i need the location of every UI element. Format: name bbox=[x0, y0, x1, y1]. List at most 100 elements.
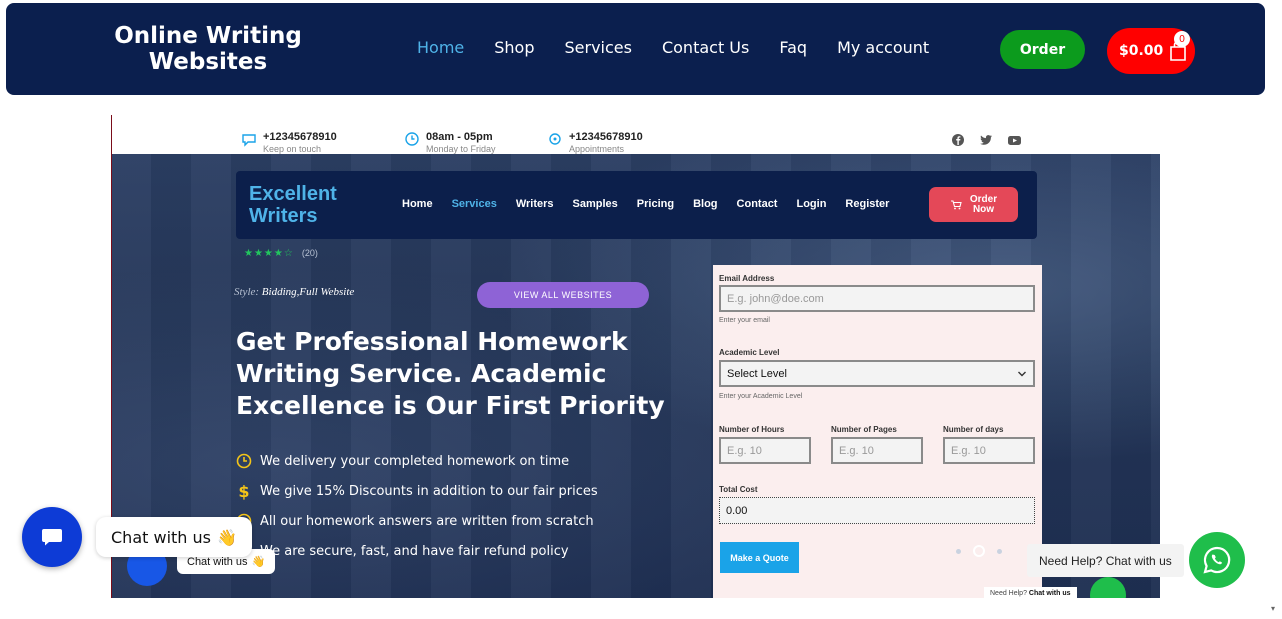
website-preview: +12345678910 Keep on touch 08am - 05pm Mon… bbox=[111, 115, 1160, 598]
brand-line-2: Websites bbox=[148, 49, 268, 75]
nav-home[interactable]: Home bbox=[417, 38, 464, 58]
days-label: Number of days bbox=[943, 425, 1004, 434]
cart-count-badge: 0 bbox=[1174, 31, 1190, 47]
whatsapp-help-label[interactable]: Need Help? Chat with us bbox=[1027, 544, 1184, 577]
preview-appointments-value: +12345678910 bbox=[569, 131, 643, 143]
preview-style-value: Bidding,Full Website bbox=[261, 286, 355, 298]
waving-hand-icon: 👋 bbox=[216, 527, 237, 547]
preview-brand-line-2: Writers bbox=[249, 205, 318, 227]
nav-services[interactable]: Services bbox=[565, 38, 632, 58]
nav-contact-us[interactable]: Contact Us bbox=[662, 38, 749, 58]
pages-label: Number of Pages bbox=[831, 425, 897, 434]
clock-icon bbox=[405, 132, 419, 146]
feature-text: We give 15% Discounts in addition to our… bbox=[260, 483, 598, 499]
preview-nav-blog[interactable]: Blog bbox=[693, 198, 717, 210]
nav-my-account[interactable]: My account bbox=[837, 38, 929, 58]
academic-level-value: Select Level bbox=[727, 367, 787, 380]
feature-text: We are secure, fast, and have fair refun… bbox=[260, 543, 569, 559]
feature-text: All our homework answers are written fro… bbox=[260, 513, 594, 529]
preview-chat-text: Chat with us bbox=[187, 555, 248, 568]
preview-nav-register[interactable]: Register bbox=[845, 198, 889, 210]
preview-appointments: +12345678910 Appointments bbox=[547, 131, 643, 155]
preview-social-links bbox=[951, 133, 1022, 147]
nav-shop[interactable]: Shop bbox=[494, 38, 534, 58]
star-rating-icon: ★★★★☆ bbox=[244, 248, 294, 259]
email-hint: Enter your email bbox=[719, 317, 770, 324]
total-cost-field[interactable]: 0.00 bbox=[719, 497, 1035, 524]
preview-nav-contact[interactable]: Contact bbox=[737, 198, 778, 210]
chat-bubble-icon bbox=[242, 134, 256, 147]
target-icon bbox=[549, 133, 561, 145]
slider-dot[interactable] bbox=[956, 548, 961, 554]
list-item: We are secure, fast, and have fair refun… bbox=[236, 536, 598, 566]
waving-hand-icon: 👋 bbox=[251, 556, 266, 568]
list-item: All our homework answers are written fro… bbox=[236, 506, 598, 536]
preview-style-text: Style: Bidding,Full Website bbox=[234, 286, 354, 298]
preview-nav-home[interactable]: Home bbox=[402, 198, 433, 210]
scroll-down-arrow-icon[interactable]: ▾ bbox=[1271, 604, 1281, 616]
list-item: $ We give 15% Discounts in addition to o… bbox=[236, 476, 598, 506]
email-label: Email Address bbox=[719, 274, 775, 283]
preview-hours-value: 08am - 05pm bbox=[426, 131, 493, 143]
preview-nav-login[interactable]: Login bbox=[796, 198, 826, 210]
preview-order-now-button[interactable]: Order Now bbox=[929, 187, 1018, 222]
total-cost-label: Total Cost bbox=[719, 485, 758, 494]
slider-dot-active[interactable] bbox=[973, 545, 985, 557]
preview-order-line-2: Now bbox=[972, 203, 995, 215]
chat-launcher-button[interactable] bbox=[22, 507, 82, 567]
academic-level-hint: Enter your Academic Level bbox=[719, 393, 803, 400]
preview-help-label: Need Help? Chat with us bbox=[984, 587, 1077, 598]
preview-hero-heading: Get Professional Homework Writing Servic… bbox=[236, 327, 665, 420]
preview-nav-services[interactable]: Services bbox=[452, 198, 497, 210]
feature-text: We delivery your completed homework on t… bbox=[260, 453, 570, 469]
preview-phone-value: +12345678910 bbox=[263, 131, 337, 143]
site-header: Online Writing Websites Home Shop Servic… bbox=[6, 3, 1265, 95]
preview-phone: +12345678910 Keep on touch bbox=[241, 131, 337, 155]
youtube-icon[interactable] bbox=[1007, 133, 1022, 147]
email-field[interactable]: E.g. john@doe.com bbox=[719, 285, 1035, 312]
preview-nav-samples[interactable]: Samples bbox=[573, 198, 618, 210]
brand-line-1: Online Writing bbox=[114, 23, 302, 49]
view-all-websites-button[interactable]: VIEW ALL WEBSITES bbox=[477, 282, 649, 308]
order-button[interactable]: Order bbox=[1000, 30, 1085, 69]
academic-level-select[interactable]: Select Level bbox=[719, 360, 1035, 387]
preview-style-label: Style: bbox=[234, 286, 260, 298]
make-a-quote-button[interactable]: Make a Quote bbox=[720, 542, 799, 573]
twitter-icon[interactable] bbox=[979, 133, 993, 147]
preview-logo[interactable]: Excellent Writers bbox=[249, 183, 337, 227]
slider-dot[interactable] bbox=[997, 548, 1002, 554]
chevron-down-icon bbox=[1018, 371, 1026, 376]
whatsapp-icon bbox=[1203, 546, 1231, 574]
main-nav: Home Shop Services Contact Us Faq My acc… bbox=[417, 38, 929, 58]
list-item: We delivery your completed homework on t… bbox=[236, 446, 598, 476]
preview-brand-line-1: Excellent bbox=[249, 183, 337, 205]
chat-with-us-label[interactable]: Chat with us 👋 bbox=[96, 517, 252, 557]
preview-rating-count: (20) bbox=[301, 248, 318, 258]
preview-navbar: Excellent Writers Home Services Writers … bbox=[236, 171, 1037, 239]
whatsapp-button[interactable] bbox=[1189, 532, 1245, 588]
preview-help-prefix: Need Help? bbox=[990, 590, 1027, 597]
pages-field[interactable]: E.g. 10 bbox=[831, 437, 923, 464]
hours-label: Number of Hours bbox=[719, 425, 785, 434]
preview-nav-pricing[interactable]: Pricing bbox=[637, 198, 674, 210]
preview-rating: ★★★★☆ (20) bbox=[244, 248, 318, 259]
preview-order-line-1: Order bbox=[969, 193, 998, 205]
days-field[interactable]: E.g. 10 bbox=[943, 437, 1035, 464]
cart-total: $0.00 bbox=[1119, 43, 1164, 59]
preview-help-suffix: Chat with us bbox=[1028, 590, 1071, 597]
nav-faq[interactable]: Faq bbox=[779, 38, 807, 58]
preview-slider-dots bbox=[956, 545, 1002, 557]
preview-hours: 08am - 05pm Monday to Friday bbox=[404, 131, 496, 155]
preview-nav-links: Home Services Writers Samples Pricing Bl… bbox=[402, 198, 889, 210]
chat-with-us-text: Chat with us bbox=[111, 527, 211, 547]
preview-topbar: +12345678910 Keep on touch 08am - 05pm Mon… bbox=[111, 115, 1160, 154]
site-logo[interactable]: Online Writing Websites bbox=[106, 23, 310, 75]
preview-nav-writers[interactable]: Writers bbox=[516, 198, 554, 210]
chat-bubble-icon bbox=[42, 529, 62, 546]
academic-level-label: Academic Level bbox=[719, 348, 780, 357]
hours-field[interactable]: E.g. 10 bbox=[719, 437, 811, 464]
clock-icon bbox=[236, 453, 252, 469]
preview-feature-list: We delivery your completed homework on t… bbox=[236, 446, 598, 566]
dollar-icon: $ bbox=[238, 481, 250, 501]
facebook-icon[interactable] bbox=[951, 133, 965, 147]
